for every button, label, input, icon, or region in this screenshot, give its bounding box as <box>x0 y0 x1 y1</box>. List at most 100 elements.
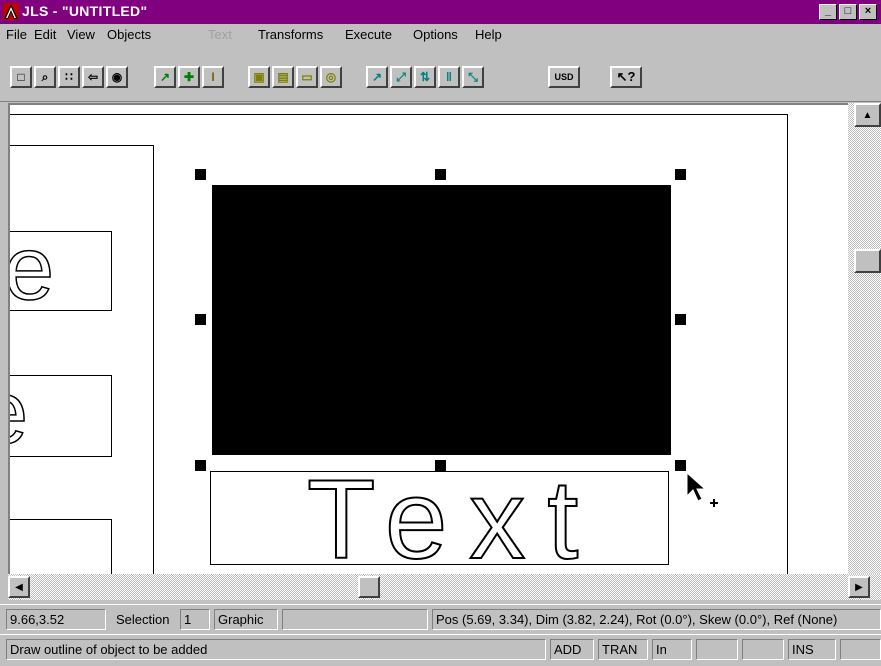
selection-label: Selection <box>116 612 170 627</box>
status-bar-info: 9.66,3.52 Selection 1 Graphic Pos (5.69,… <box>0 604 881 634</box>
transform4-button[interactable]: ‖ <box>438 66 460 88</box>
transform1-button[interactable]: ↗ <box>366 66 388 88</box>
grid-tool-button[interactable]: ∷ <box>58 66 80 88</box>
help-arrow-icon: ↖? <box>616 69 636 84</box>
left-arrow-icon: ◀ <box>15 581 23 593</box>
object3-button[interactable]: ▭ <box>296 66 318 88</box>
menu-bar: File Edit View Objects Text Transforms E… <box>0 24 881 46</box>
outline-letter-e: e <box>10 376 29 456</box>
mirror-icon: ‖ <box>446 70 452 84</box>
usd-button[interactable]: USD <box>548 66 580 88</box>
grid-icon: ∷ <box>65 70 73 84</box>
yellow-circle-icon: ◎ <box>325 70 337 84</box>
text-object-box[interactable]: Text <box>210 471 669 565</box>
menu-text[interactable]: Text <box>208 27 232 42</box>
scroll-left-button[interactable]: ◀ <box>8 576 30 598</box>
object-properties: Pos (5.69, 3.34), Dim (3.82, 2.24), Rot … <box>432 609 881 630</box>
select-tool-button[interactable]: □ <box>10 66 32 88</box>
menu-help[interactable]: Help <box>475 27 502 42</box>
left-text-box-2[interactable]: e <box>10 375 112 457</box>
handle-middle-right[interactable] <box>675 314 686 325</box>
status-blank-field <box>282 609 428 630</box>
menu-transforms[interactable]: Transforms <box>258 27 323 42</box>
selection-count: 1 <box>180 609 210 630</box>
left-text-box-3[interactable] <box>10 519 112 574</box>
status-blank-2 <box>742 639 784 660</box>
handle-bottom-right[interactable] <box>675 460 686 471</box>
menu-execute[interactable]: Execute <box>345 27 392 42</box>
yellow-pages-icon: ▤ <box>277 70 289 84</box>
handle-top-right[interactable] <box>675 169 686 180</box>
handle-bottom-left[interactable] <box>195 460 206 471</box>
view-tool-button[interactable]: ◉ <box>106 66 128 88</box>
menu-edit[interactable]: Edit <box>34 27 56 42</box>
vertical-scroll-thumb[interactable] <box>854 249 881 273</box>
green-arrow-icon: ↗ <box>159 70 171 84</box>
close-button[interactable]: × <box>859 4 877 20</box>
move-arrow-icon: ↗ <box>371 70 383 84</box>
up-arrow-icon: ▲ <box>862 109 873 121</box>
green-plus-icon: ✚ <box>183 70 195 84</box>
window-title: JLS - "UNTITLED" <box>22 3 148 19</box>
left-panel-frame <box>10 145 154 574</box>
flip-icon: ⇅ <box>419 70 431 84</box>
status-blank-1 <box>696 639 738 660</box>
vertical-scrollbar[interactable]: ▲ <box>848 103 881 574</box>
transform5-button[interactable]: ⤡ <box>462 66 484 88</box>
hint-text: Draw outline of object to be added <box>6 639 546 660</box>
mode-tran: TRAN <box>598 639 648 660</box>
object-type: Graphic <box>214 609 278 630</box>
rotate-icon: ⤡ <box>468 69 478 84</box>
usd-label: USD <box>554 72 574 82</box>
back-arrow-icon: ⇦ <box>87 70 99 84</box>
add-cursor-icon <box>686 472 718 507</box>
minimize-button[interactable]: _ <box>819 4 837 20</box>
left-text-box-1[interactable]: e <box>8 231 112 311</box>
toolbar: □ ⌕ ∷ ⇦ ◉ ↗ ✚ I ▣ ▤ ▭ ◎ ↗ ⤢ ⇅ ‖ ⤡ USD ↖? <box>0 46 881 102</box>
resize-icon: ⤢ <box>396 69 406 84</box>
right-arrow-icon: ▶ <box>855 581 863 593</box>
object2-button[interactable]: ▤ <box>272 66 294 88</box>
context-help-button[interactable]: ↖? <box>610 66 642 88</box>
title-bar: JLS - "UNTITLED" _ □ × <box>0 0 881 24</box>
square-icon: □ <box>17 70 25 84</box>
horizontal-scrollbar[interactable]: ◀ ▶ <box>8 574 881 600</box>
insert-mode-indicator: INS <box>788 639 836 660</box>
transform2-button[interactable]: ⤢ <box>390 66 412 88</box>
text-cursor-tool-button[interactable]: I <box>202 66 224 88</box>
handle-middle-left[interactable] <box>195 314 206 325</box>
handle-top-left[interactable] <box>195 169 206 180</box>
yellow-object-icon: ▣ <box>253 70 265 84</box>
yellow-barcode-icon: ▭ <box>301 70 313 84</box>
units-indicator: In <box>652 639 692 660</box>
menu-options[interactable]: Options <box>413 27 458 42</box>
object1-button[interactable]: ▣ <box>248 66 270 88</box>
horizontal-scroll-thumb[interactable] <box>358 576 380 598</box>
cursor-coordinates: 9.66,3.52 <box>6 609 106 630</box>
object4-button[interactable]: ◎ <box>320 66 342 88</box>
scroll-right-button[interactable]: ▶ <box>848 576 870 598</box>
scroll-up-button[interactable]: ▲ <box>854 103 881 127</box>
add-tool-button[interactable]: ✚ <box>178 66 200 88</box>
menu-objects[interactable]: Objects <box>107 27 151 42</box>
handle-bottom-center[interactable] <box>435 460 446 471</box>
arrow-tool-button[interactable]: ↗ <box>154 66 176 88</box>
transform3-button[interactable]: ⇅ <box>414 66 436 88</box>
text-object: Text <box>306 471 601 565</box>
app-logo-icon <box>3 3 19 20</box>
status-blank-3 <box>840 639 881 660</box>
eye-icon: ◉ <box>111 70 123 84</box>
back-tool-button[interactable]: ⇦ <box>82 66 104 88</box>
i-beam-icon: I <box>211 70 215 84</box>
status-bar-hints: Draw outline of object to be added ADD T… <box>0 634 881 664</box>
drawing-canvas[interactable]: e e Text <box>8 103 848 574</box>
mode-add: ADD <box>550 639 594 660</box>
selected-graphic[interactable] <box>212 185 671 455</box>
menu-view[interactable]: View <box>67 27 95 42</box>
zoom-tool-button[interactable]: ⌕ <box>34 66 56 88</box>
handle-top-center[interactable] <box>435 169 446 180</box>
outline-letter-e: e <box>8 231 55 311</box>
maximize-button[interactable]: □ <box>839 4 857 20</box>
magnifier-icon: ⌕ <box>41 69 49 84</box>
menu-file[interactable]: File <box>6 27 27 42</box>
